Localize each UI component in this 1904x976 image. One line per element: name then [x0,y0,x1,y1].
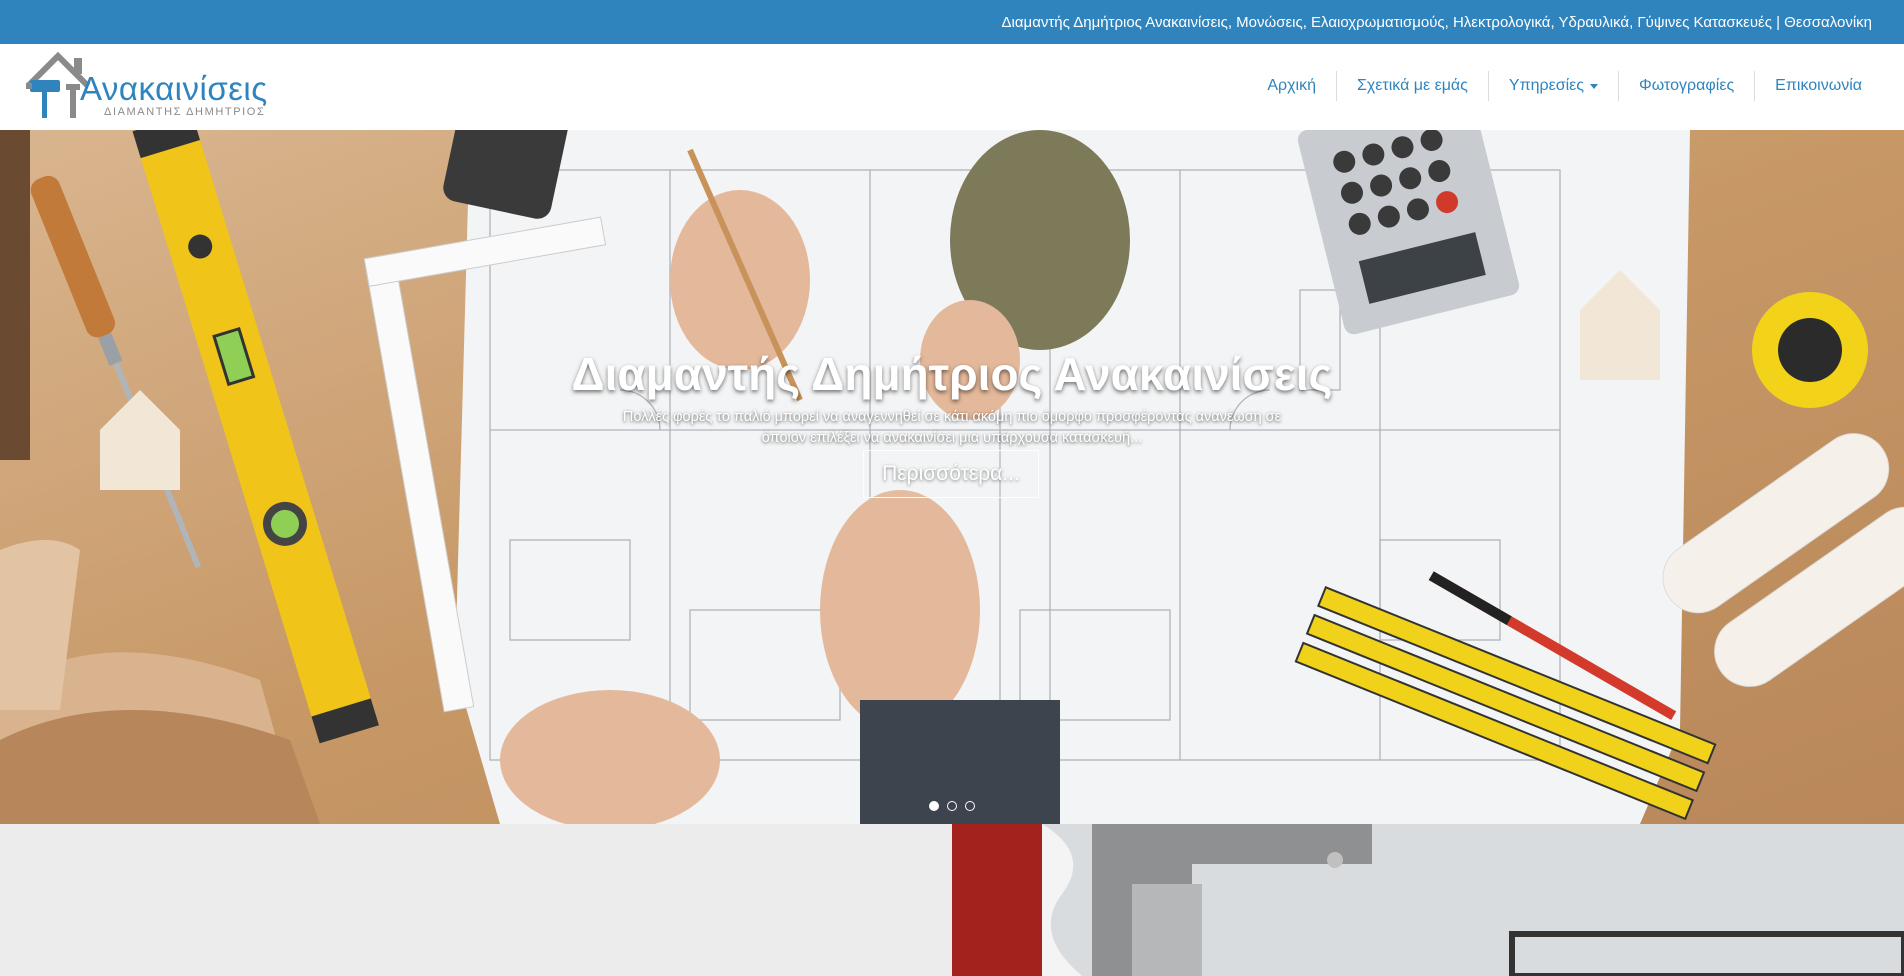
nav-item-about[interactable]: Σχετικά με εμάς [1337,70,1488,102]
carousel-dot-1[interactable] [929,801,939,811]
insulation-image [952,824,1904,976]
logo-subtitle: ΔΙΑΜΑΝΤΗΣ ΔΗΜΗΤΡΙΟΣ [104,106,266,118]
main-nav: Αρχική Σχετικά με εμάς Υπηρεσίες Φωτογρα… [1247,70,1882,102]
top-info-bar: Διαμαντής Δημήτριος Ανακαινίσεις, Μονώσε… [0,0,1904,44]
wall-insulation-illustration [952,824,1904,976]
logo-title: Ανακαινίσεις [80,70,268,107]
carousel-dot-3[interactable] [965,801,975,811]
nav-item-home[interactable]: Αρχική [1247,70,1336,102]
hero-carousel: Διαμαντής Δημήτριος Ανακαινίσεις Πολλές … [0,130,1904,824]
caret-down-icon [1590,83,1599,89]
carousel-dot-2[interactable] [947,801,957,811]
more-button[interactable]: Περισσότερα... [863,450,1039,498]
top-info-text: Διαμαντής Δημήτριος Ανακαινίσεις, Μονώσε… [1001,13,1872,31]
bottom-left-panel [0,824,952,976]
carousel-indicators [0,801,1904,811]
hero-title: Διαμαντής Δημήτριος Ανακαινίσεις [571,347,1333,400]
nav-item-services[interactable]: Υπηρεσίες [1489,70,1618,102]
site-header: Ανακαινίσεις ΔΙΑΜΑΝΤΗΣ ΔΗΜΗΤΡΙΟΣ Αρχική … [0,44,1904,130]
hero-description: Πολλές φορές το παλιό μπορεί να αναγεννη… [622,408,1282,446]
nav-item-photos[interactable]: Φωτογραφίες [1619,70,1754,102]
nav-item-services-label: Υπηρεσίες [1508,77,1585,94]
site-logo[interactable]: Ανακαινίσεις ΔΙΑΜΑΝΤΗΣ ΔΗΜΗΤΡΙΟΣ [22,50,267,124]
nav-item-contact[interactable]: Επικοινωνία [1755,70,1882,102]
